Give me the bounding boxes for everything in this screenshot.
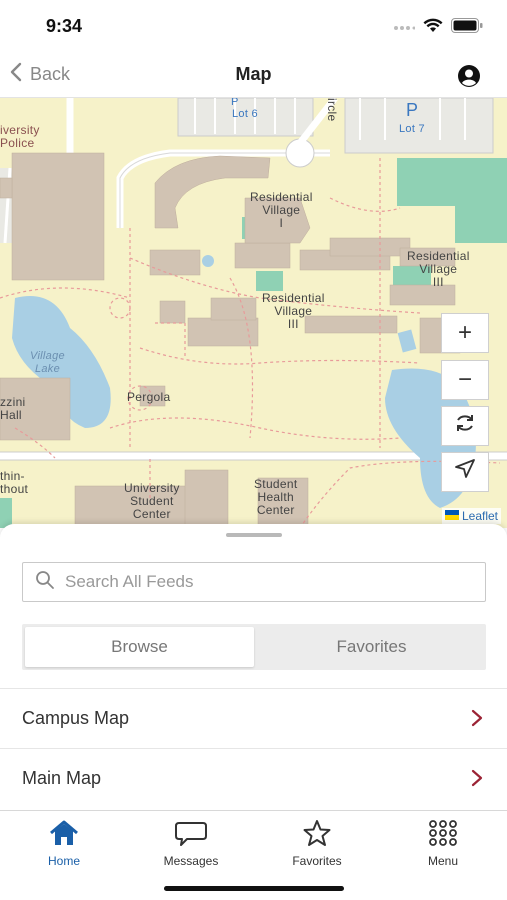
grid-menu-icon — [426, 819, 460, 850]
map-label-pergola: Pergola — [127, 390, 171, 404]
map-tiles — [0, 98, 507, 528]
list-item-campus-map[interactable]: Campus Map — [0, 688, 507, 748]
map-label-circle: ircle — [325, 98, 339, 122]
refresh-icon — [453, 411, 477, 442]
map-label-village-lake: Village Lake — [30, 350, 65, 375]
home-icon — [47, 819, 81, 850]
location-arrow-icon — [454, 458, 476, 487]
status-bar: 9:34 — [0, 0, 507, 52]
map-label-hall: zzini Hall — [0, 395, 26, 422]
tab-label: Home — [47, 854, 80, 868]
parking-icon: P — [406, 100, 419, 120]
cellular-signal-icon — [393, 19, 416, 37]
leaflet-label: Leaflet — [461, 509, 498, 523]
leaflet-attribution-link[interactable]: Leaflet — [441, 508, 501, 524]
tab-menu[interactable]: Menu — [393, 819, 493, 868]
search-box[interactable] — [22, 562, 486, 602]
page-title: Map — [235, 64, 272, 84]
account-icon — [457, 65, 481, 92]
zoom-in-button[interactable]: + — [441, 313, 489, 353]
map-label-residential-village-1: Residential Village I — [250, 190, 313, 230]
segment-favorites[interactable]: Favorites — [257, 624, 486, 670]
tab-label: Menu — [427, 854, 459, 868]
bottom-sheet: Browse Favorites Campus Map Main Map — [0, 524, 507, 814]
map-label-thin: thin- thout — [0, 469, 29, 496]
star-icon — [300, 819, 334, 850]
messages-icon — [174, 819, 208, 850]
sheet-grabber[interactable] — [226, 533, 282, 537]
tab-home[interactable]: Home — [14, 819, 114, 868]
navigation-bar: Back Map — [0, 52, 507, 98]
campus-map[interactable]: P Lot 6 P Lot 7 ircle iversity Police Re… — [0, 98, 507, 528]
chevron-right-icon — [471, 769, 483, 792]
wifi-icon — [423, 18, 443, 38]
segmented-control: Browse Favorites — [22, 624, 486, 670]
tab-messages[interactable]: Messages — [141, 819, 241, 868]
map-label-police: iversity Police — [0, 123, 40, 150]
status-icons — [393, 18, 483, 38]
locate-me-button[interactable] — [441, 452, 489, 492]
tab-label: Favorites — [292, 854, 342, 868]
segment-browse[interactable]: Browse — [25, 627, 254, 667]
list-item-label: Campus Map — [22, 708, 130, 728]
map-label-residential-village-3: Residential Village III — [407, 249, 470, 289]
chevron-right-icon — [471, 709, 483, 732]
map-label-lot7: Lot 7 — [399, 123, 425, 135]
tab-label: Messages — [163, 854, 219, 868]
status-time: 9:34 — [46, 16, 83, 36]
refresh-map-button[interactable] — [441, 406, 489, 446]
list-item-label: Main Map — [22, 768, 102, 788]
list-item-main-map[interactable]: Main Map — [0, 748, 507, 808]
battery-icon — [451, 18, 483, 38]
profile-button[interactable] — [457, 64, 481, 88]
map-label-lot6: Lot 6 — [232, 108, 258, 120]
home-indicator[interactable] — [164, 886, 344, 891]
ukraine-flag-icon — [444, 509, 459, 523]
map-label-student-center: University Student Center — [124, 481, 180, 521]
map-label-residential-village-2: Residential Village III — [262, 291, 325, 331]
zoom-out-button[interactable]: − — [441, 360, 489, 400]
search-icon — [35, 570, 55, 595]
tab-favorites[interactable]: Favorites — [267, 819, 367, 868]
map-label-health-center: Student Health Center — [254, 477, 298, 517]
search-input[interactable] — [65, 572, 465, 592]
